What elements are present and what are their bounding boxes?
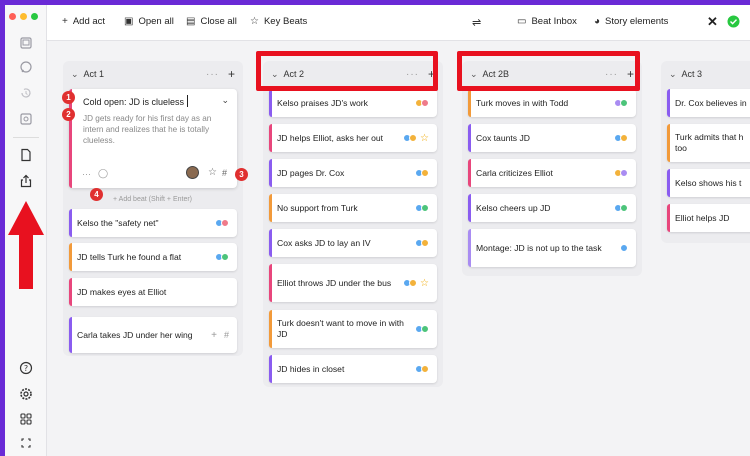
close-icon[interactable]: ✕ [707, 14, 718, 30]
badge-3: 3 [235, 168, 248, 181]
fullscreen-icon[interactable] [16, 433, 36, 453]
chevron-down-icon[interactable]: ⌄ [71, 69, 79, 80]
plus-icon[interactable]: + [211, 330, 217, 341]
beat-card[interactable]: Elliot helps JD [667, 204, 750, 232]
story-elements-button[interactable]: ◕ Story elements [594, 16, 668, 27]
beat-card[interactable]: Cox asks JD to lay an IV [269, 229, 437, 257]
star-outline-icon: ☆ [250, 16, 259, 27]
minimize-window-icon[interactable] [20, 13, 27, 20]
expanded-beat-card[interactable]: Cold open: JD is clueless ⌄ JD gets read… [69, 89, 237, 188]
sidebar: ? [5, 5, 47, 456]
beat-card[interactable]: Turk moves in with Todd [468, 89, 636, 117]
key-beats-button[interactable]: ☆ Key Beats [250, 16, 307, 27]
chevron-down-icon[interactable]: ⌄ [221, 95, 229, 106]
beat-card[interactable]: Kelso the "safety net" [69, 209, 237, 237]
close-window-icon[interactable] [9, 13, 16, 20]
sync-status-icon [727, 15, 740, 28]
chevron-down-icon[interactable]: ⌄ [669, 69, 677, 80]
globe-icon: ◕ [594, 16, 601, 27]
beat-card[interactable]: No support from Turk [269, 194, 437, 222]
beat-card[interactable]: Kelso cheers up JD [468, 194, 636, 222]
search-board-icon[interactable] [16, 109, 36, 129]
beat-card[interactable]: Kelso shows his t [667, 169, 750, 197]
plus-icon: + [62, 16, 68, 27]
more-icon[interactable]: ··· [206, 69, 219, 80]
beat-description[interactable]: JD gets ready for his first day as an in… [83, 113, 228, 146]
beat-card[interactable]: Carla criticizes Elliot [468, 159, 636, 187]
column-header: ⌄ Act 3 [669, 68, 703, 80]
column-act-3: ⌄ Act 3 Dr. Cox believes in Turk admits … [661, 61, 750, 243]
window-controls [9, 13, 38, 20]
beat-card[interactable]: Turk doesn't want to move in with JD [269, 310, 437, 348]
star-icon[interactable]: ☆ [420, 133, 429, 144]
star-icon[interactable]: ☆ [420, 278, 429, 289]
beat-card[interactable]: JD makes eyes at Elliot [69, 278, 237, 306]
highlight-box-act-2b [457, 51, 640, 91]
badge-4: 4 [90, 188, 103, 201]
beat-card[interactable]: JD helps Elliot, asks her out ☆ [269, 124, 437, 152]
settings-icon[interactable] [16, 384, 36, 404]
character-dots [215, 219, 229, 227]
document-icon[interactable] [16, 145, 36, 165]
column-header: ⌄ Act 1 ··· + [71, 67, 235, 81]
hashtag-icon[interactable]: # [222, 168, 227, 178]
badge-2: 2 [62, 108, 75, 121]
toolbar: + Add act ▣ Open all ▤ Close all ☆ Key B… [47, 5, 750, 41]
character-dots [215, 253, 229, 261]
beat-title[interactable]: Cold open: JD is clueless [83, 97, 184, 107]
beat-card[interactable]: Montage: JD is not up to the task [468, 229, 636, 267]
beat-card[interactable]: JD tells Turk he found a flat [69, 243, 237, 271]
add-act-button[interactable]: + Add act [62, 16, 105, 27]
share-icon[interactable] [16, 171, 36, 191]
history-icon[interactable] [16, 83, 36, 103]
open-all-icon: ▣ [124, 16, 134, 27]
column-act-2b: ⌄ Act 2B ··· + Turk moves in with Todd C… [462, 61, 642, 276]
beat-inbox-button[interactable]: ▭ Beat Inbox [517, 16, 577, 27]
close-all-icon: ▤ [186, 16, 196, 27]
beat-card[interactable]: Turk admits that h too [667, 124, 750, 162]
column-act-2: ⌄ Act 2 ··· + Kelso praises JD's work JD… [263, 61, 443, 387]
hashtag-icon[interactable]: # [224, 330, 229, 340]
star-outline-icon[interactable]: ☆ [208, 167, 217, 178]
add-beat-icon[interactable]: + [228, 67, 235, 81]
help-icon[interactable]: ? [16, 358, 36, 378]
beat-card[interactable]: Cox taunts JD [468, 124, 636, 152]
chat-icon[interactable] [16, 57, 36, 77]
gallery-icon[interactable] [16, 33, 36, 53]
beat-card[interactable]: Carla takes JD under her wing + # [69, 317, 237, 353]
beat-card[interactable]: JD pages Dr. Cox [269, 159, 437, 187]
beat-card[interactable]: Elliot throws JD under the bus ☆ [269, 264, 437, 302]
open-all-button[interactable]: ▣ Open all [124, 16, 174, 27]
beat-card[interactable]: JD hides in closet [269, 355, 437, 383]
collapse-icon[interactable]: ⇌ [472, 16, 481, 29]
annotation-arrow-icon [8, 201, 44, 289]
app-window: ? + Add act ▣ Open all ▤ Close all ☆ Key… [5, 5, 750, 456]
avatar[interactable] [186, 166, 199, 179]
add-beat-hint[interactable]: + Add beat (Shift + Enter) [113, 196, 192, 203]
inbox-icon: ▭ [517, 16, 527, 27]
sidebar-divider [13, 137, 39, 138]
more-icon[interactable]: ··· [82, 169, 91, 179]
close-all-button[interactable]: ▤ Close all [186, 16, 237, 27]
svg-text:?: ? [24, 364, 28, 373]
text-cursor [187, 95, 188, 107]
apps-grid-icon[interactable] [16, 409, 36, 429]
comment-icon[interactable]: ◯ [98, 168, 108, 179]
badge-1: 1 [62, 91, 75, 104]
highlight-box-act-2 [256, 51, 438, 91]
maximize-window-icon[interactable] [31, 13, 38, 20]
column-act-1: ⌄ Act 1 ··· + Cold open: JD is clueless … [63, 61, 243, 356]
beat-card[interactable]: Kelso praises JD's work [269, 89, 437, 117]
beat-card[interactable]: Dr. Cox believes in [667, 89, 750, 117]
